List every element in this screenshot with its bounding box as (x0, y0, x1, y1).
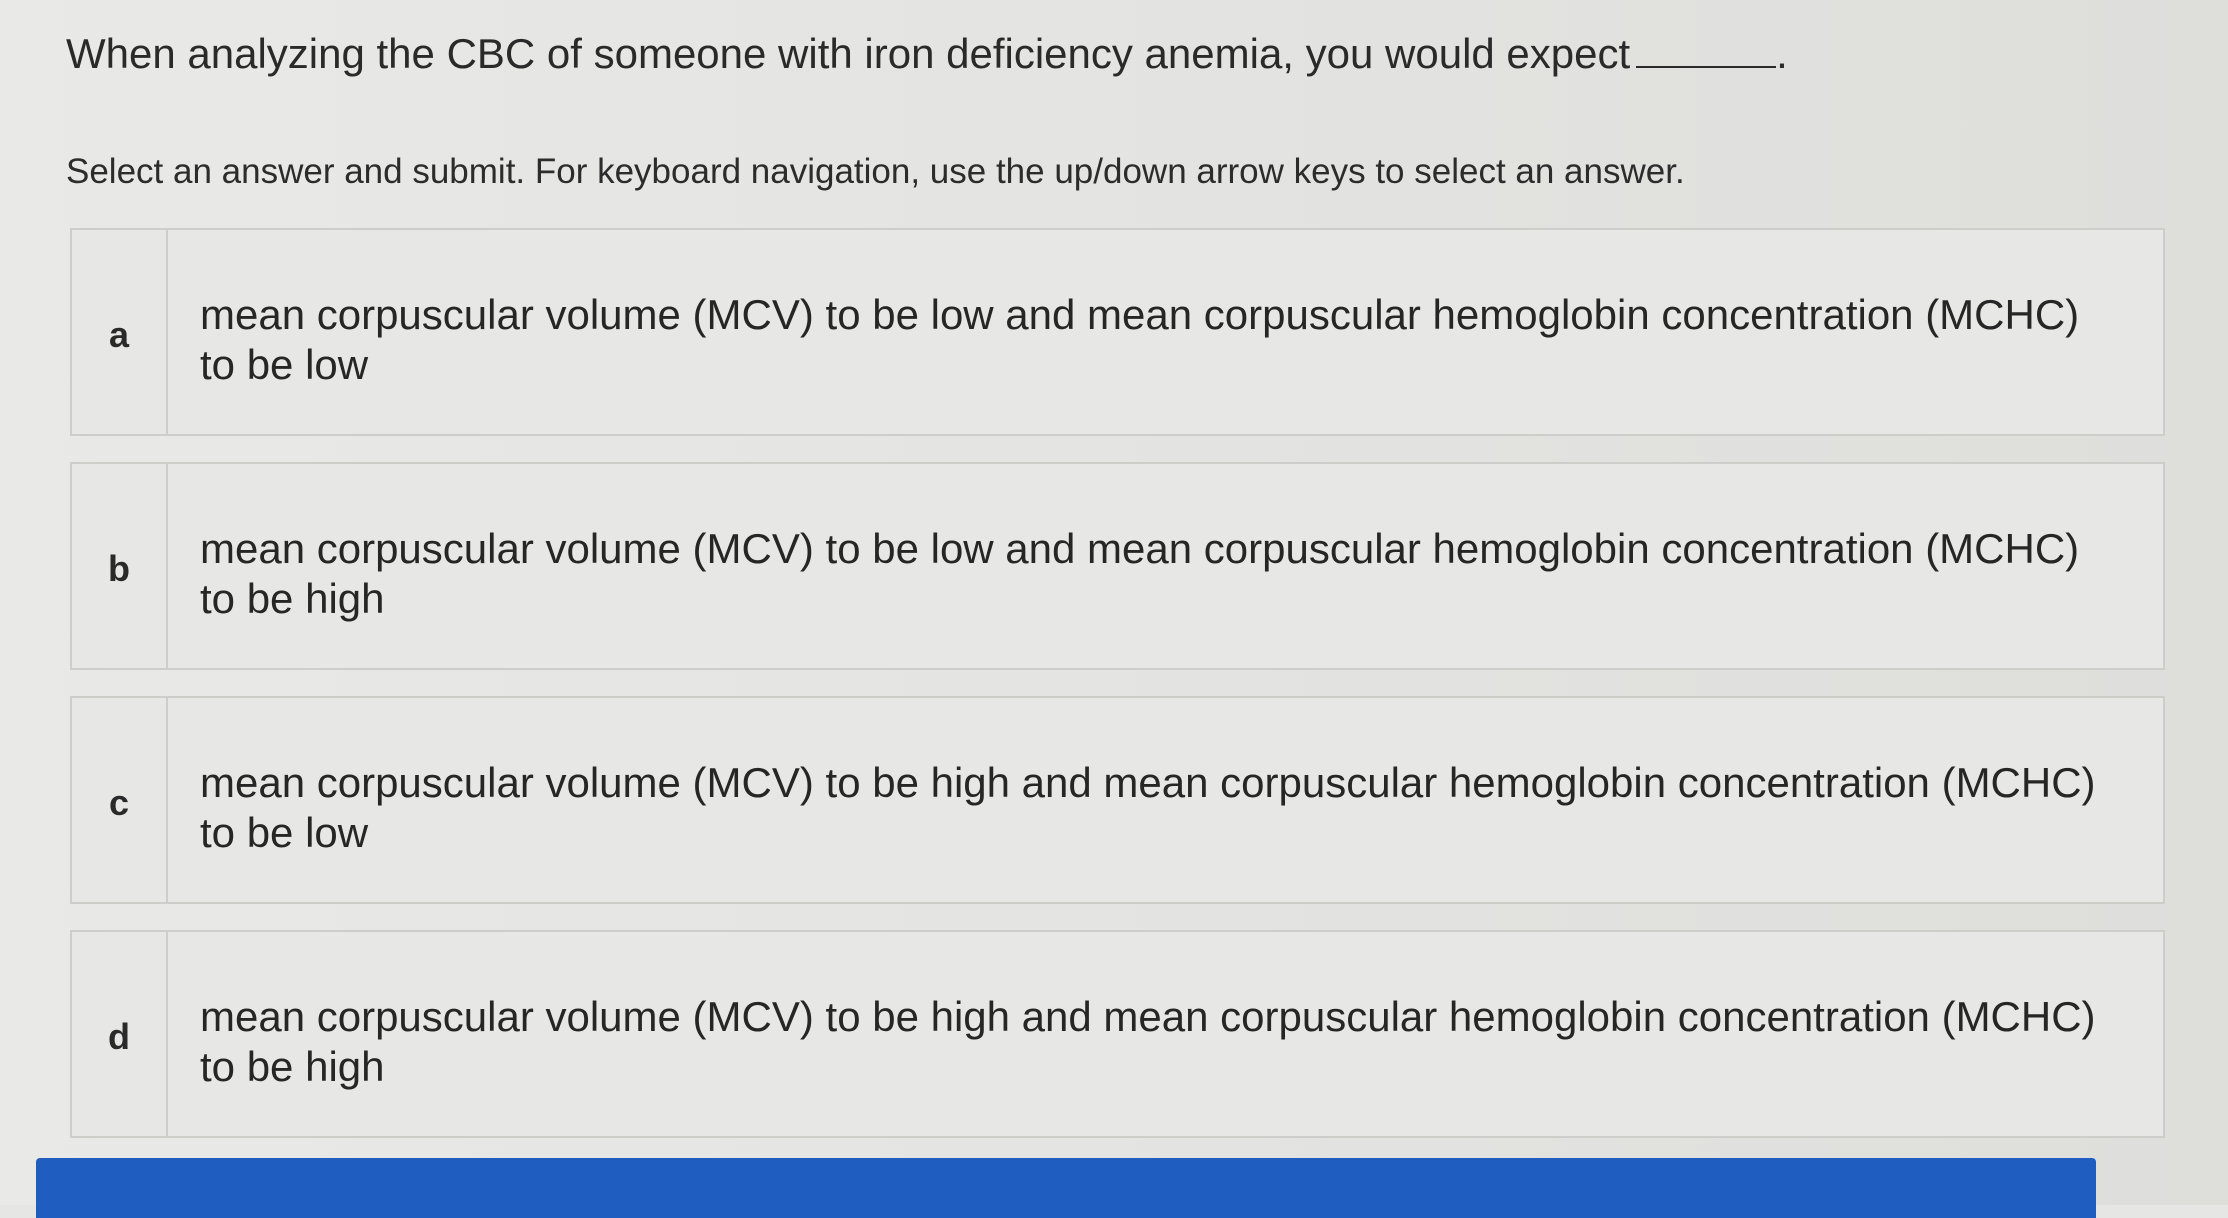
answer-option-c[interactable]: c mean corpuscular volume (MCV) to be hi… (70, 696, 2165, 904)
answer-option-b[interactable]: b mean corpuscular volume (MCV) to be lo… (70, 462, 2165, 670)
answer-letter: b (72, 464, 168, 668)
question-text: When analyzing the CBC of someone with i… (66, 30, 1631, 77)
answer-list: a mean corpuscular volume (MCV) to be lo… (70, 228, 2165, 1164)
answer-letter: d (72, 932, 168, 1136)
answer-text: mean corpuscular volume (MCV) to be low … (200, 525, 2080, 622)
instructions-text: Select an answer and submit. For keyboar… (66, 152, 1685, 191)
answer-option-a[interactable]: a mean corpuscular volume (MCV) to be lo… (70, 228, 2165, 436)
answer-letter: a (72, 230, 168, 434)
answer-text: mean corpuscular volume (MCV) to be high… (200, 759, 2096, 856)
question-end: . (1776, 30, 1788, 77)
answer-text: mean corpuscular volume (MCV) to be low … (200, 291, 2080, 388)
answer-text: mean corpuscular volume (MCV) to be high… (200, 993, 2096, 1090)
answer-blank (1636, 65, 1777, 68)
submit-bar[interactable] (36, 1158, 2096, 1218)
answer-letter: c (72, 698, 168, 902)
answer-option-d[interactable]: d mean corpuscular volume (MCV) to be hi… (70, 930, 2165, 1138)
quiz-page: When analyzing the CBC of someone with i… (0, 0, 2228, 1218)
question-prompt: When analyzing the CBC of someone with i… (66, 28, 1788, 80)
